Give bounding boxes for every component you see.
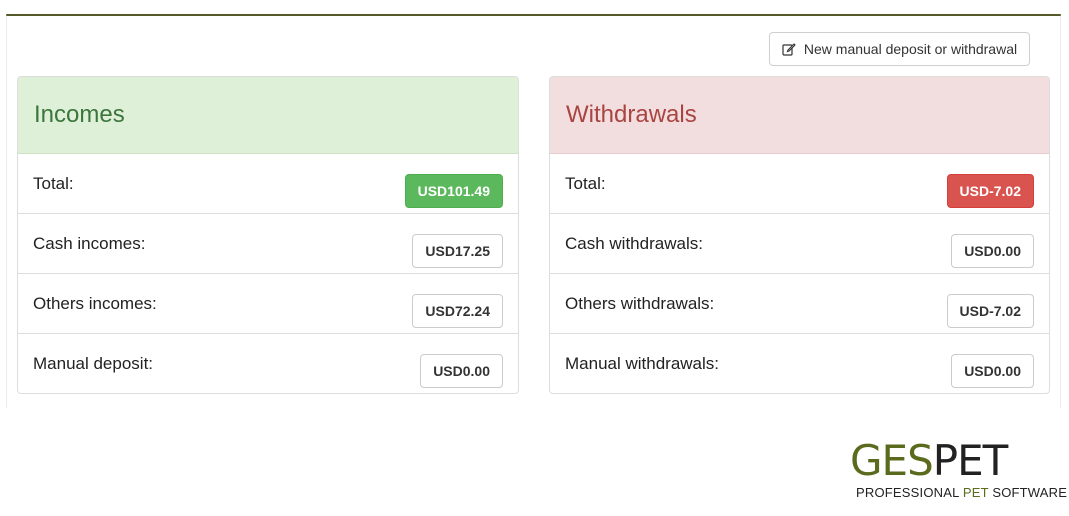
withdrawals-row-manual: Manual withdrawals: USD0.00 xyxy=(550,334,1049,393)
row-label: Manual withdrawals: xyxy=(565,354,720,373)
row-label: Others withdrawals: xyxy=(565,294,715,313)
amount-badge: USD72.24 xyxy=(412,294,503,328)
logo-tag-software: SOFTWARE xyxy=(988,485,1068,500)
logo-word-ges: GES xyxy=(850,436,934,485)
incomes-row-others: Others incomes: USD72.24 xyxy=(18,274,518,334)
incomes-row-total: Total: USD101.49 xyxy=(18,154,518,214)
logo-wordmark: GESPET xyxy=(850,440,1008,482)
withdrawals-panel: Withdrawals Total: USD-7.02 Cash withdra… xyxy=(549,76,1050,394)
edit-icon xyxy=(782,42,796,56)
withdrawals-row-total: Total: USD-7.02 xyxy=(550,154,1049,214)
amount-badge: USD101.49 xyxy=(404,174,503,208)
incomes-row-manual: Manual deposit: USD0.00 xyxy=(18,334,518,393)
amount-badge: USD0.00 xyxy=(951,234,1034,268)
withdrawals-panel-header: Withdrawals xyxy=(550,77,1049,154)
gespet-logo: GESPET PROFESSIONAL PET SOFTWARE xyxy=(850,440,1067,505)
incomes-row-cash: Cash incomes: USD17.25 xyxy=(18,214,518,274)
amount-badge: USD0.00 xyxy=(420,354,503,388)
logo-tag-pet: PET xyxy=(962,485,989,500)
amount-badge: USD17.25 xyxy=(412,234,503,268)
incomes-title: Incomes xyxy=(34,101,125,128)
logo-tag-professional: PROFESSIONAL xyxy=(856,485,963,500)
new-deposit-withdrawal-label: New manual deposit or withdrawal xyxy=(803,41,1018,57)
incomes-panel: Incomes Total: USD101.49 Cash incomes: U… xyxy=(17,76,519,394)
new-deposit-withdrawal-button[interactable]: New manual deposit or withdrawal xyxy=(769,32,1030,66)
amount-badge: USD-7.02 xyxy=(946,294,1034,328)
row-label: Manual deposit: xyxy=(33,354,154,373)
row-label: Cash withdrawals: xyxy=(565,234,703,253)
amount-badge: USD0.00 xyxy=(951,354,1034,388)
row-label: Total: xyxy=(565,174,606,193)
withdrawals-row-others: Others withdrawals: USD-7.02 xyxy=(550,274,1049,334)
row-label: Others incomes: xyxy=(33,294,157,313)
withdrawals-row-cash: Cash withdrawals: USD0.00 xyxy=(550,214,1049,274)
logo-word-pet: PET xyxy=(932,436,1009,485)
row-label: Total: xyxy=(33,174,74,193)
logo-tagline: PROFESSIONAL PET SOFTWARE xyxy=(856,485,1067,500)
incomes-panel-header: Incomes xyxy=(18,77,518,154)
amount-badge: USD-7.02 xyxy=(946,174,1034,208)
withdrawals-title: Withdrawals xyxy=(566,101,697,128)
row-label: Cash incomes: xyxy=(33,234,146,253)
